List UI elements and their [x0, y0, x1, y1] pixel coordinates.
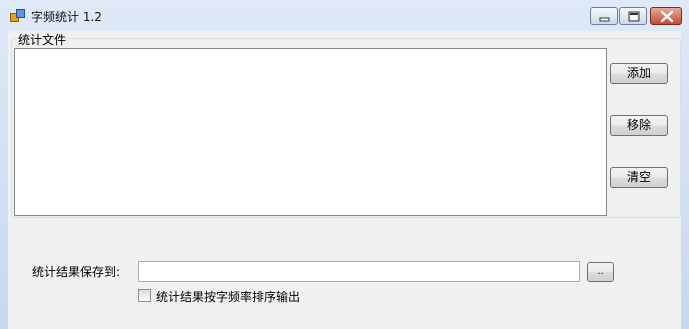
clear-button[interactable]: 清空 — [610, 167, 668, 188]
maximize-button[interactable] — [619, 7, 647, 25]
files-group-label: 统计文件 — [18, 33, 67, 47]
window-title: 字频统计 1.2 — [31, 10, 102, 24]
save-path-input[interactable] — [138, 261, 580, 282]
title-bar[interactable]: 字频统计 1.2 — [0, 0, 689, 32]
maximize-icon — [628, 11, 640, 22]
main-window: 字频统计 1.2 统计文件 添加 移除 清空 统计结果保存到: .. 统计结果按… — [0, 0, 689, 329]
browse-button[interactable]: .. — [587, 262, 614, 282]
app-icon[interactable] — [10, 9, 25, 23]
minimize-button[interactable] — [590, 7, 618, 25]
add-button[interactable]: 添加 — [610, 63, 668, 84]
sort-checkbox-label[interactable]: 统计结果按字频率排序输出 — [156, 288, 300, 305]
remove-button[interactable]: 移除 — [610, 115, 668, 136]
client-area: 统计文件 添加 移除 清空 统计结果保存到: .. 统计结果按字频率排序输出 — [8, 31, 681, 329]
close-button[interactable] — [650, 7, 682, 25]
minimize-icon — [599, 17, 610, 22]
sort-checkbox[interactable] — [138, 289, 151, 302]
close-icon — [660, 10, 674, 23]
caption-buttons — [590, 7, 683, 26]
file-list[interactable] — [14, 48, 607, 216]
save-path-label: 统计结果保存到: — [32, 265, 121, 279]
